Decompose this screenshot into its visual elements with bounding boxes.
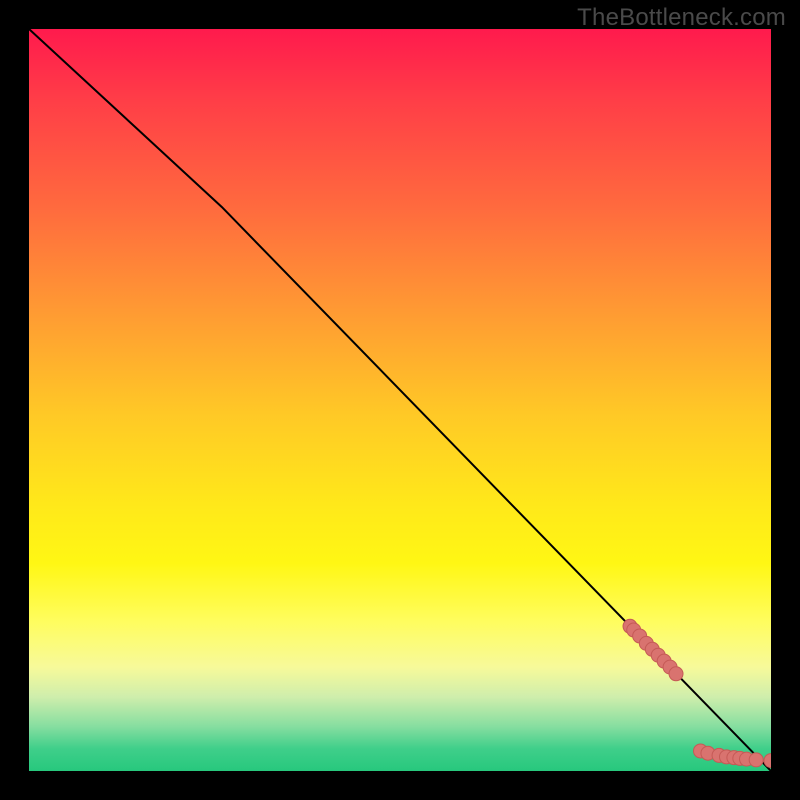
chart-frame: TheBottleneck.com [0, 0, 800, 800]
scatter-points [623, 619, 771, 767]
watermark-text: TheBottleneck.com [577, 4, 786, 32]
plot-svg [29, 29, 771, 771]
plot-area [29, 29, 771, 771]
